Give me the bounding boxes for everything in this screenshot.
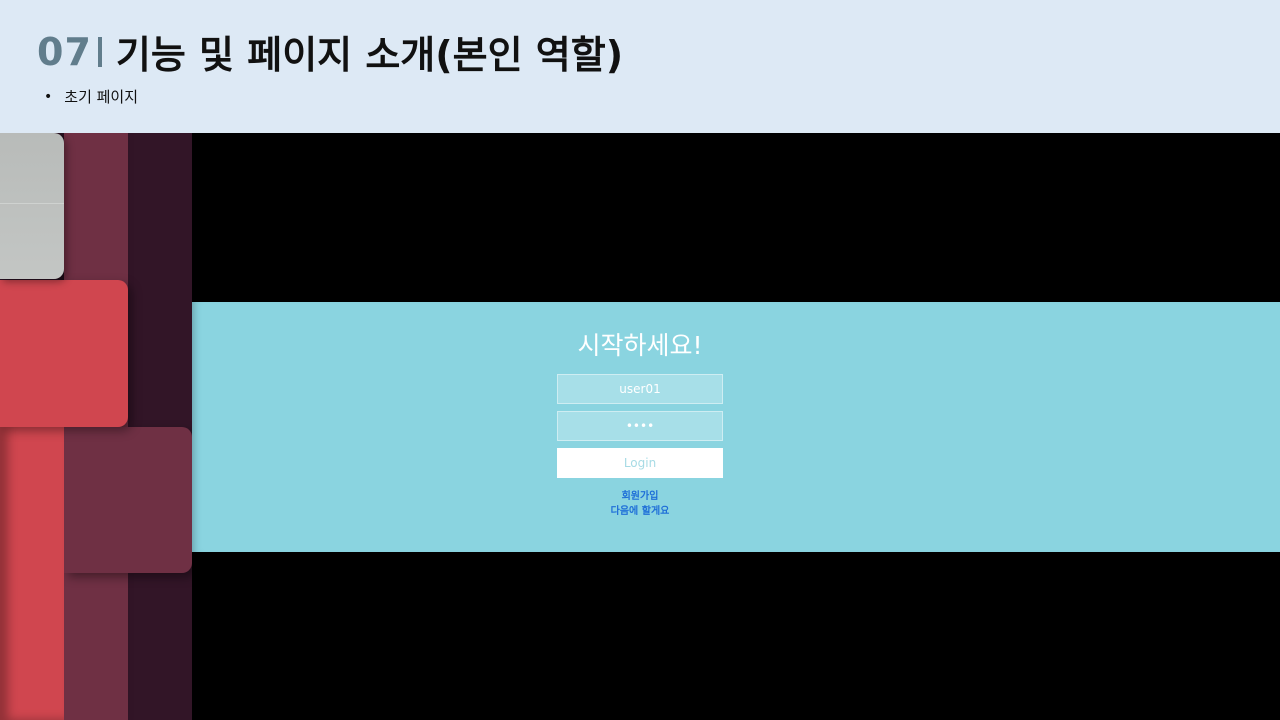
- username-input[interactable]: [557, 374, 723, 404]
- bullet-text: 초기 페이지: [64, 88, 139, 106]
- login-title: 시작하세요!: [577, 331, 703, 360]
- slide-title: 07 기능 및 페이지 소개(본인 역할): [37, 24, 623, 79]
- deco-gray-divider: [0, 203, 64, 204]
- bullet-dot-icon: •: [44, 88, 53, 105]
- slide-header: 07 기능 및 페이지 소개(본인 역할) • 초기 페이지: [0, 0, 1280, 133]
- deco-gray-block: [0, 133, 64, 279]
- decorative-blocks: [0, 133, 192, 720]
- deco-maroon-block: [64, 427, 192, 573]
- bullet-item: • 초기 페이지: [44, 86, 138, 107]
- signup-link[interactable]: 회원가입: [557, 487, 723, 502]
- deco-red-block: [0, 280, 128, 427]
- password-input[interactable]: [557, 411, 723, 441]
- section-number: 07: [37, 29, 92, 74]
- page-title: 기능 및 페이지 소개(본인 역할): [115, 33, 624, 77]
- skip-link[interactable]: 다음에 할게요: [557, 502, 723, 517]
- login-button[interactable]: Login: [557, 448, 723, 478]
- title-divider: [97, 36, 102, 67]
- login-panel: 시작하세요! Login 회원가입 다음에 할게요: [192, 302, 1280, 552]
